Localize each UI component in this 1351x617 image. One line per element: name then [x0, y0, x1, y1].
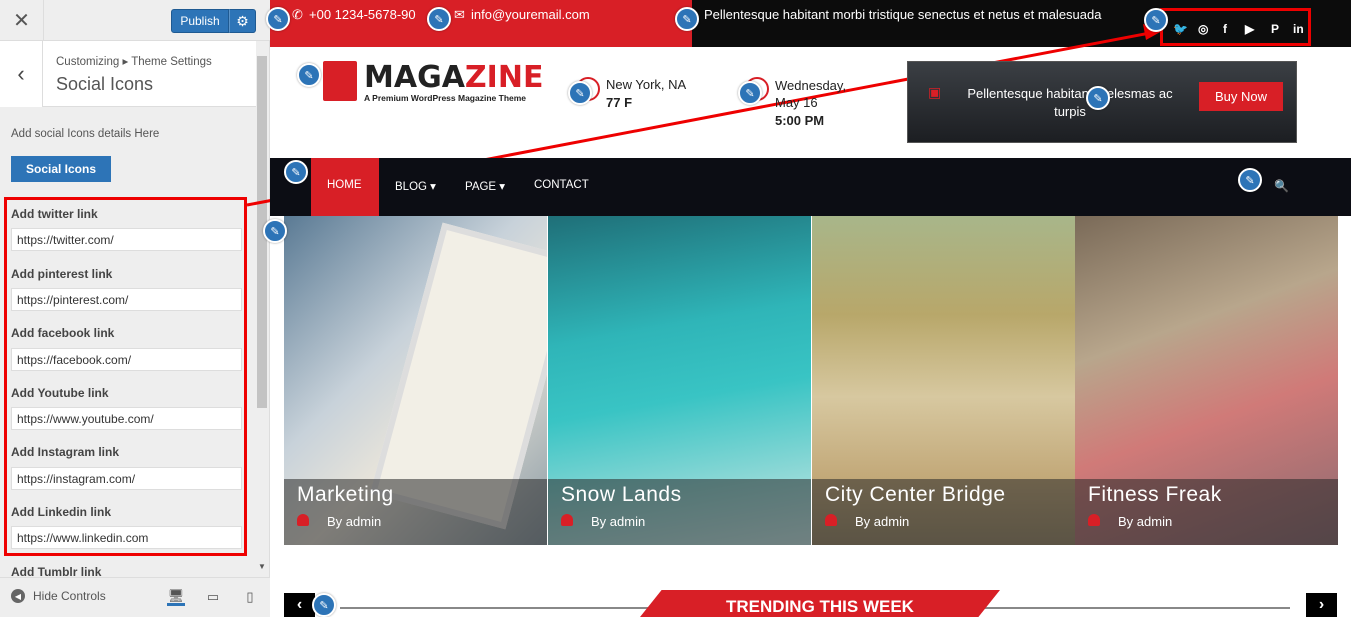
edit-pencil-icon[interactable]: ✎	[738, 81, 762, 105]
next-arrow-icon[interactable]: ›	[1306, 593, 1337, 617]
user-icon	[561, 514, 573, 526]
edit-pencil-icon[interactable]: ✎	[1144, 8, 1168, 32]
post-title[interactable]: City Center Bridge	[825, 483, 1006, 507]
banner-text: Pellentesque habitant melesmas ac turpis	[967, 86, 1173, 119]
user-icon	[297, 514, 309, 526]
time-text: 5:00 PM	[775, 113, 825, 128]
user-icon	[1088, 514, 1100, 526]
post-author[interactable]: By admin	[1118, 514, 1172, 529]
nav-page[interactable]: PAGE ▾	[465, 179, 505, 193]
post-author[interactable]: By admin	[855, 514, 909, 529]
location-text: New York, NA	[606, 77, 687, 92]
edit-pencil-icon[interactable]: ✎	[675, 7, 699, 31]
edit-pencil-icon[interactable]: ✎	[284, 160, 308, 184]
prev-arrow-icon[interactable]: ‹	[284, 593, 315, 617]
post-title[interactable]: Marketing	[297, 483, 394, 507]
user-icon	[825, 514, 837, 526]
nav-blog[interactable]: BLOG ▾	[395, 179, 436, 193]
post-author[interactable]: By admin	[591, 514, 645, 529]
logo-text[interactable]: MAGAZINE	[364, 60, 543, 95]
post-title[interactable]: Fitness Freak	[1088, 483, 1222, 507]
edit-pencil-icon[interactable]: ✎	[266, 7, 290, 31]
banner-image-icon: ▣	[928, 84, 942, 100]
logo-mark-icon	[323, 61, 357, 101]
trending-heading: TRENDING THIS WEEK	[640, 590, 1000, 617]
post-tile[interactable]: Fitness Freak By admin	[1075, 216, 1338, 545]
temperature-text: 77 F	[606, 95, 633, 110]
post-author[interactable]: By admin	[327, 514, 381, 529]
nav-contact[interactable]: CONTACT	[534, 179, 589, 191]
edit-pencil-icon[interactable]: ✎	[297, 63, 321, 87]
search-icon[interactable]: 🔍	[1274, 179, 1289, 193]
date-text: Wednesday, May 16	[775, 78, 847, 110]
buy-now-button[interactable]: Buy Now	[1199, 82, 1283, 111]
logo-subtitle: A Premium WordPress Magazine Theme	[364, 93, 527, 103]
post-title[interactable]: Snow Lands	[561, 483, 682, 507]
edit-pencil-icon[interactable]: ✎	[427, 7, 451, 31]
edit-pencil-icon[interactable]: ✎	[1238, 168, 1262, 192]
edit-pencil-icon[interactable]: ✎	[1086, 86, 1110, 110]
edit-pencil-icon[interactable]: ✎	[263, 219, 287, 243]
nav-home[interactable]: HOME	[327, 179, 362, 191]
edit-pencil-icon[interactable]: ✎	[568, 81, 592, 105]
post-tile[interactable]: Snow Lands By admin	[548, 216, 811, 545]
post-tile[interactable]: City Center Bridge By admin	[812, 216, 1075, 545]
edit-pencil-icon[interactable]: ✎	[312, 593, 336, 617]
post-tile[interactable]: Marketing By admin	[284, 216, 547, 545]
